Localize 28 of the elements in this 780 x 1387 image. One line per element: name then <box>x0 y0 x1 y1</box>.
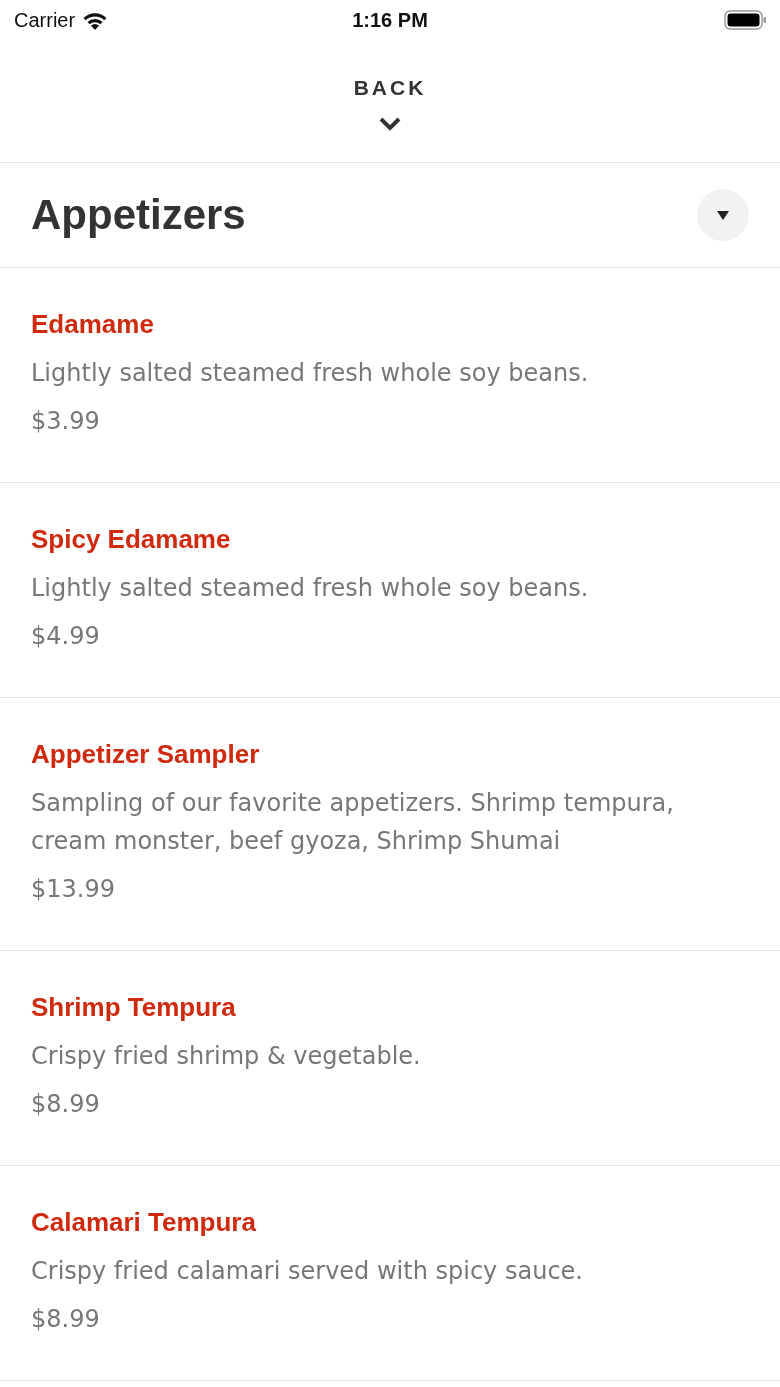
item-name: Appetizer Sampler <box>31 738 261 771</box>
menu-item[interactable]: Edamame Lightly salted steamed fresh whole soy beans. $3.99 <box>0 268 780 483</box>
menu-item[interactable]: Spicy Edamame Lightly salted steamed fresh whole soy beans. $4.99 <box>0 483 780 698</box>
category-title: Appetizers <box>31 191 246 239</box>
back-button[interactable]: BACK <box>353 74 427 102</box>
item-price: $3.99 <box>31 406 101 437</box>
battery-icon <box>724 10 766 30</box>
triangle-down-icon <box>717 210 729 220</box>
item-price: $13.99 <box>31 874 116 905</box>
item-name: Spicy Edamame <box>31 523 232 556</box>
item-description: Crispy fried shrimp & vegetable. <box>31 1041 422 1072</box>
item-price: $4.99 <box>31 621 101 652</box>
item-price: $8.99 <box>31 1089 101 1120</box>
carrier-label: Carrier <box>14 8 76 32</box>
item-description: Lightly salted steamed fresh whole soy beans. <box>31 573 590 604</box>
item-name: Shrimp Tempura <box>31 991 237 1024</box>
item-description: Lightly salted steamed fresh whole soy beans. <box>31 358 590 389</box>
item-description: Sampling of our favorite appetizers. Shrimp tempura, cream monster, beef gyoza, Shrimp Shumai <box>31 788 675 857</box>
menu-item[interactable]: Calamari Tempura Crispy fried calamari served with spicy sauce. $8.99 <box>0 1166 780 1381</box>
item-name: Calamari Tempura <box>31 1206 257 1239</box>
item-price: $8.99 <box>31 1304 101 1335</box>
menu-item[interactable]: Shrimp Tempura Crispy fried shrimp & vegetable. $8.99 <box>0 951 780 1166</box>
chevron-down-icon[interactable] <box>379 117 401 131</box>
item-description: Crispy fried calamari served with spicy sauce. <box>31 1256 584 1287</box>
item-name: Edamame <box>31 308 155 341</box>
menu-item[interactable]: Appetizer Sampler Sampling of our favorite appetizers. Shrimp tempura, cream monster, beef gyoza, Shrimp Shumai $13.99 <box>0 698 780 951</box>
wifi-icon <box>82 10 109 30</box>
clock-time: 1:16 PM <box>352 8 428 32</box>
